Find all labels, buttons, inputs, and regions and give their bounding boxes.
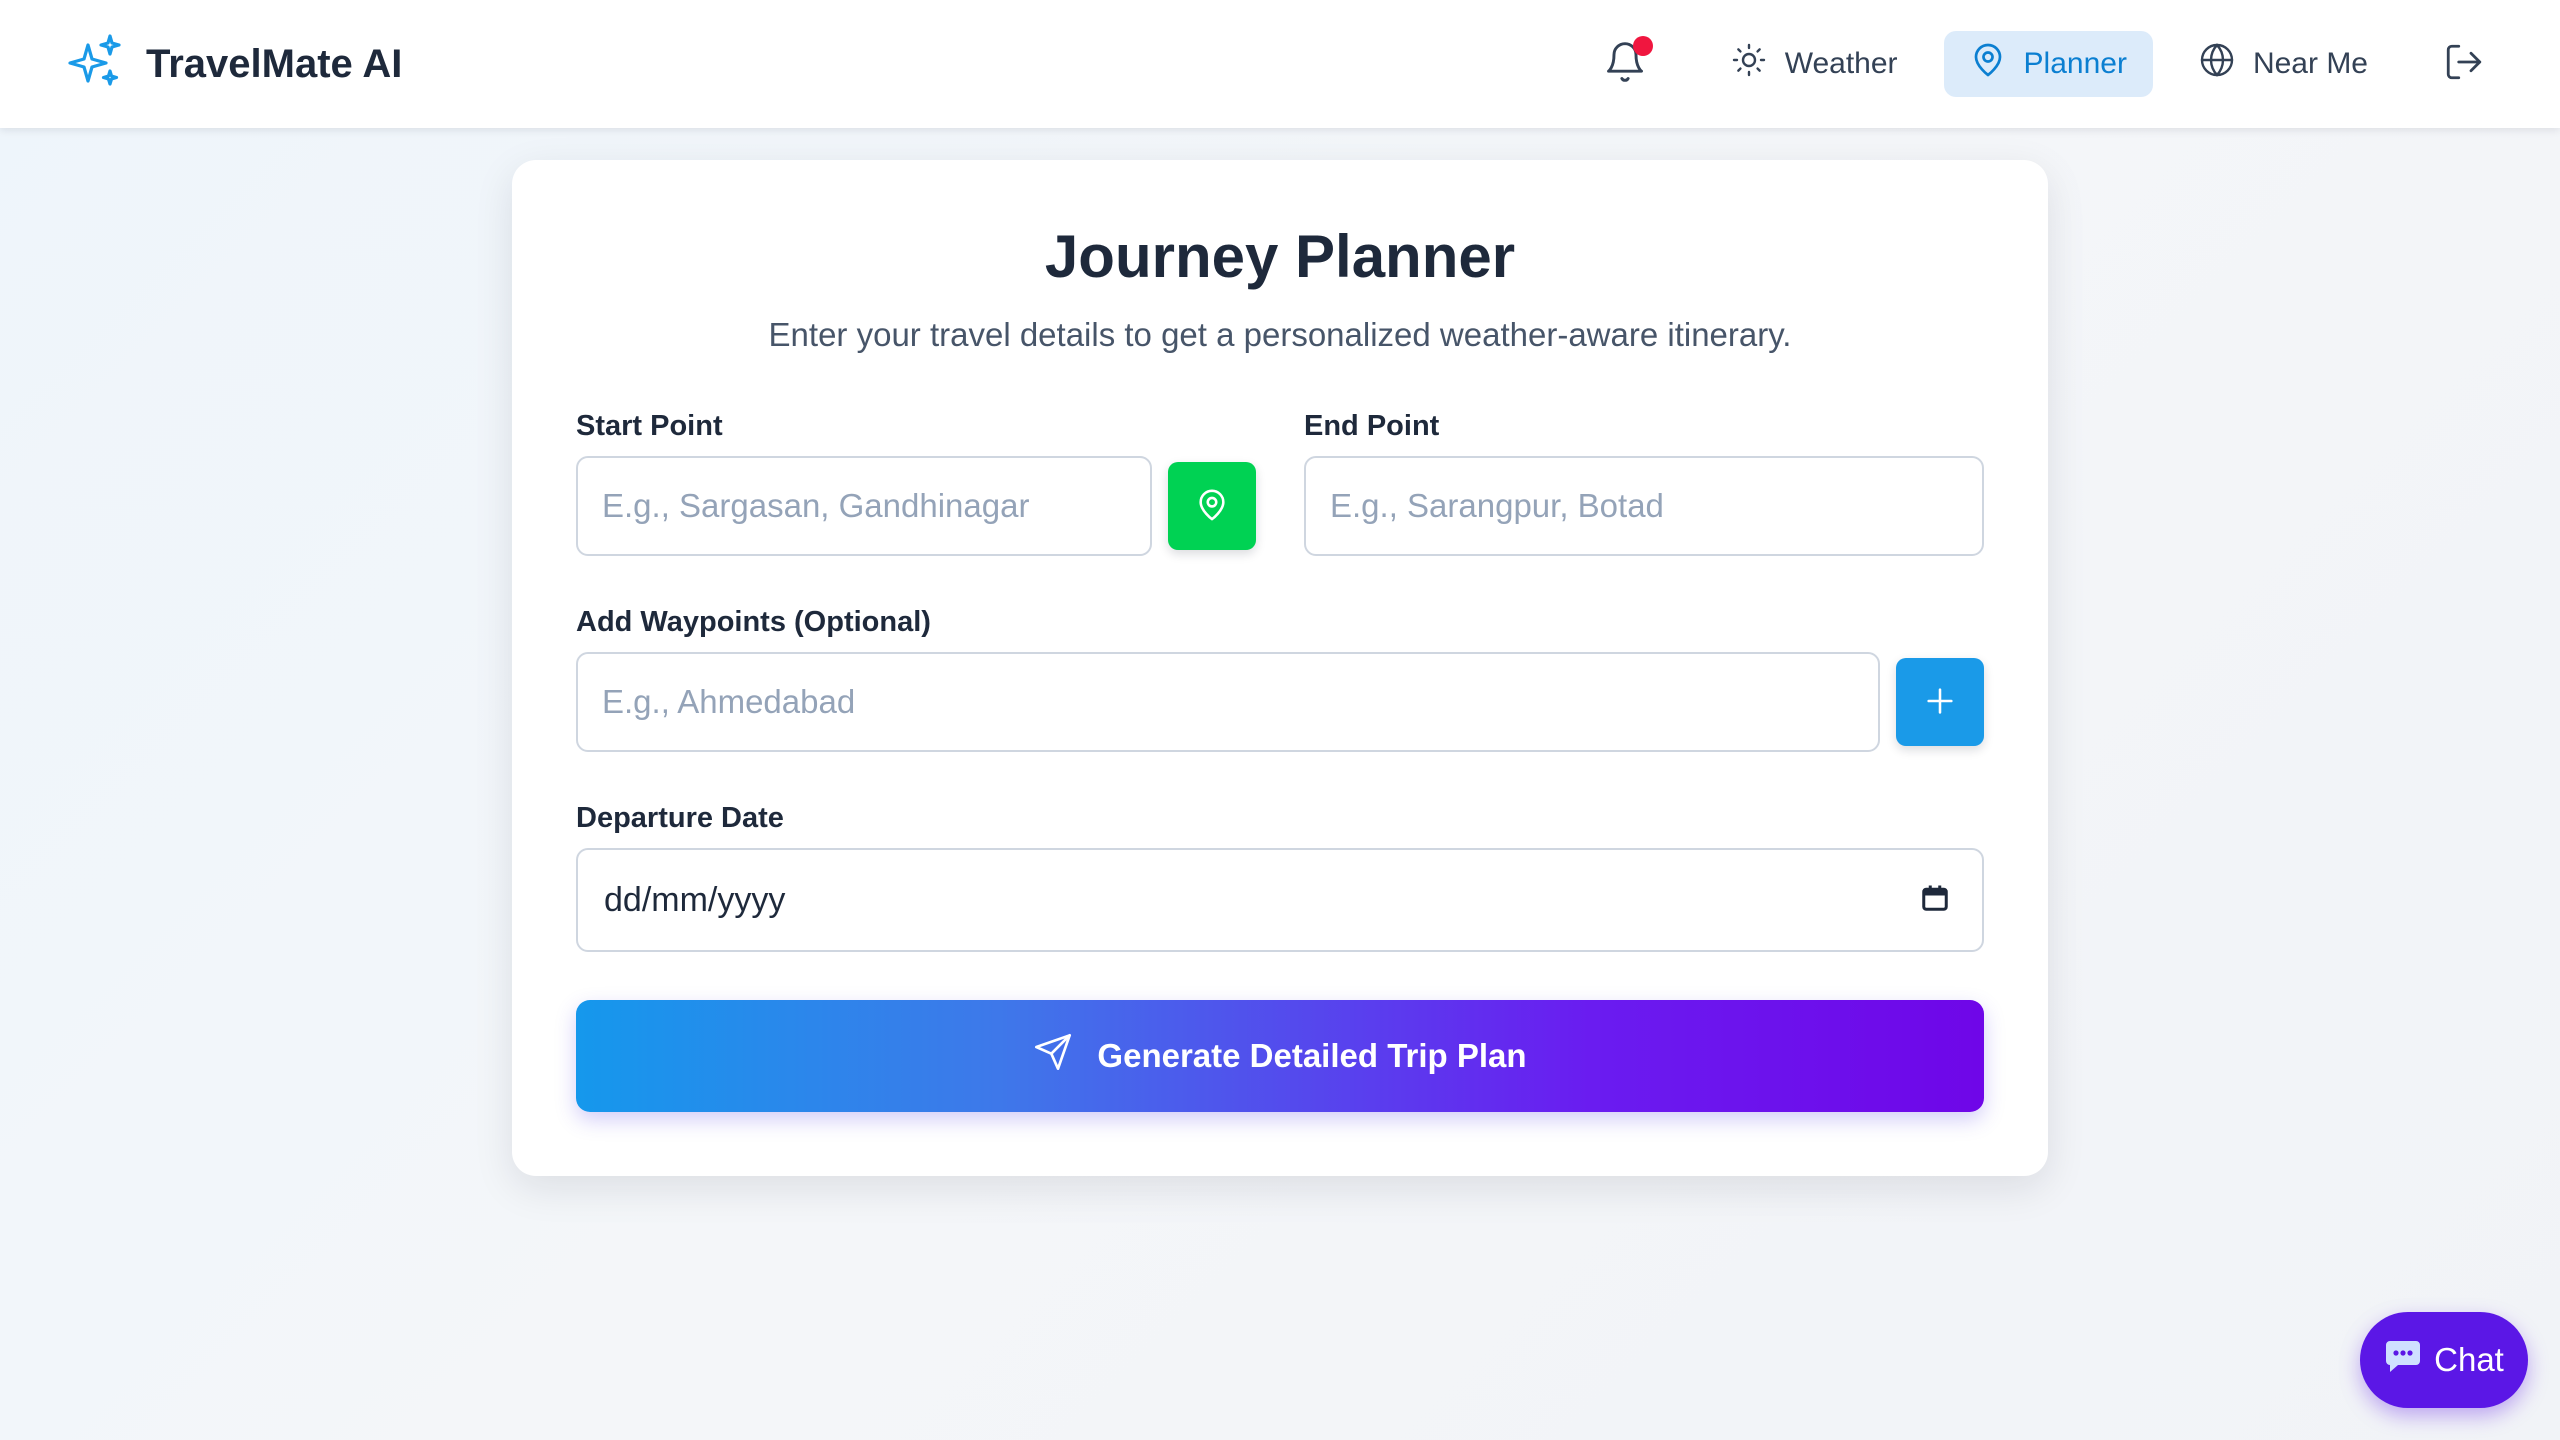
departure-date-input[interactable]: dd/mm/yyyy: [576, 848, 1984, 952]
start-point-label: Start Point: [576, 410, 723, 442]
nav-item-label: Weather: [1784, 47, 1898, 80]
waypoint-input[interactable]: [576, 652, 1880, 752]
chat-button-label: Chat: [2434, 1341, 2504, 1378]
calendar-icon[interactable]: [1920, 883, 1950, 918]
end-point-input[interactable]: [1304, 456, 1984, 556]
departure-date-label: Departure Date: [576, 802, 784, 834]
end-point-label: End Point: [1304, 410, 1440, 442]
brand[interactable]: TravelMate AI: [66, 33, 402, 96]
nav-item-weather[interactable]: Weather: [1705, 31, 1924, 97]
globe-icon: [2199, 42, 2235, 86]
plus-icon: [1923, 684, 1957, 721]
map-pin-icon: [1195, 488, 1229, 525]
brand-name: TravelMate AI: [146, 41, 403, 86]
start-point-input[interactable]: [576, 456, 1152, 556]
chat-button[interactable]: Chat: [2360, 1312, 2528, 1408]
generate-trip-plan-button[interactable]: Generate Detailed Trip Plan: [576, 1000, 1984, 1112]
sun-icon: [1731, 42, 1767, 86]
nav-item-planner[interactable]: Planner: [1943, 31, 2153, 97]
send-icon: [1033, 1032, 1073, 1080]
page-title: Journey Planner: [1044, 223, 1516, 290]
add-waypoint-button[interactable]: [1896, 658, 1984, 746]
page-subtitle: Enter your travel details to get a perso…: [768, 316, 1792, 353]
top-navbar: TravelMate AI Weather Planner Near Me: [0, 0, 2560, 128]
generate-button-label: Generate Detailed Trip Plan: [1097, 1037, 1527, 1074]
sparkles-icon: [66, 33, 124, 96]
logout-button[interactable]: [2434, 34, 2494, 94]
notifications-button[interactable]: [1595, 34, 1655, 94]
logout-icon: [2443, 41, 2485, 88]
date-value: dd/mm/yyyy: [604, 880, 786, 919]
nav-item-label: Near Me: [2252, 47, 2368, 80]
nav-item-label: Planner: [2023, 47, 2127, 80]
journey-planner-card: Journey Planner Enter your travel detail…: [512, 160, 2048, 1176]
waypoints-label: Add Waypoints (Optional): [576, 606, 931, 638]
notification-badge: [1632, 36, 1653, 56]
chat-bubble-icon: [2384, 1339, 2422, 1381]
map-pin-icon: [1970, 42, 2006, 86]
use-current-location-button[interactable]: [1168, 462, 1256, 550]
nav-item-near-me[interactable]: Near Me: [2173, 31, 2394, 97]
nav-actions: Weather Planner Near Me: [1595, 0, 2494, 128]
